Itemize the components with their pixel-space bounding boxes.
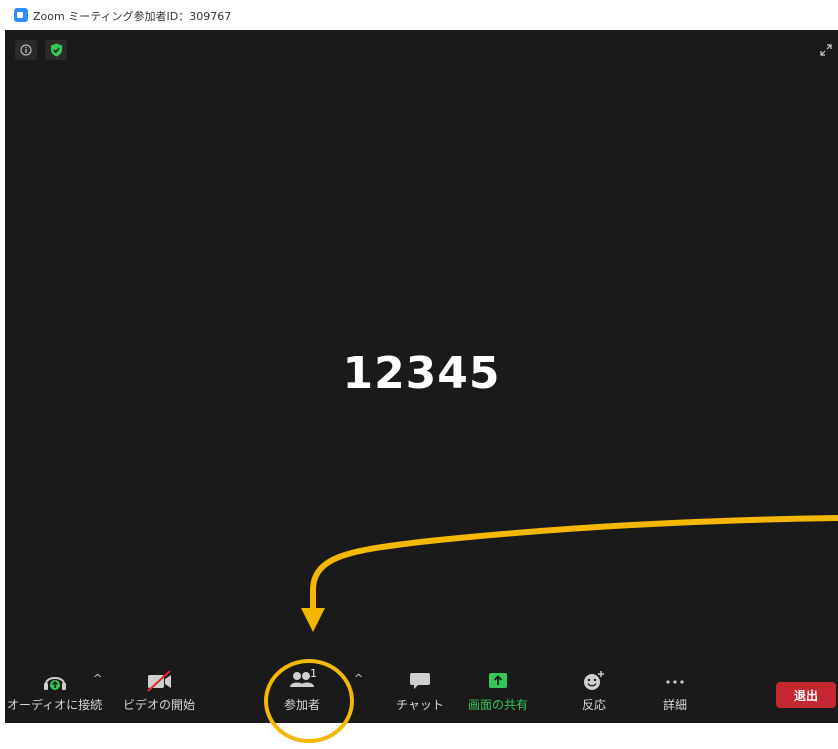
chat-label: チャット — [396, 698, 444, 712]
more-label: 詳細 — [663, 698, 688, 712]
audio-label: オーディオに接続 — [7, 698, 103, 712]
more-button[interactable]: 詳細 — [663, 670, 687, 713]
info-icon — [20, 44, 32, 56]
expand-icon — [820, 44, 832, 56]
title-bar: Zoom ミーティング参加者ID：309767 — [0, 0, 838, 30]
ellipsis-icon — [666, 680, 684, 684]
meeting-toolbar: オーディオに接続 ^ ビデオの開始 1 参加者 ^ チャット 画面の共有 反応 … — [5, 660, 838, 723]
participants-options-chevron-icon[interactable]: ^ — [354, 672, 363, 685]
emoji-add-icon — [584, 671, 604, 690]
video-off-icon — [147, 670, 171, 692]
zoom-logo-icon — [14, 8, 28, 22]
meeting-center-text: 12345 — [342, 348, 501, 399]
share-screen-icon — [489, 673, 507, 688]
reactions-label: 反応 — [581, 698, 606, 712]
reactions-button[interactable]: 反応 — [581, 670, 607, 713]
info-button[interactable] — [15, 40, 37, 60]
chat-button[interactable]: チャット — [396, 670, 444, 713]
security-button[interactable] — [45, 40, 67, 60]
fullscreen-button[interactable] — [818, 42, 834, 58]
window-title: Zoom ミーティング参加者ID：309767 — [33, 10, 232, 23]
leave-meeting-button[interactable]: 退出 — [776, 682, 836, 708]
participants-label: 参加者 — [283, 698, 320, 712]
start-video-button[interactable]: ビデオの開始 — [123, 670, 195, 713]
participants-button[interactable]: 1 参加者 — [282, 667, 322, 713]
share-label: 画面の共有 — [468, 698, 529, 712]
headphone-icon — [43, 677, 66, 690]
join-audio-button[interactable]: オーディオに接続 — [7, 670, 102, 713]
meeting-view: 12345 — [5, 30, 838, 723]
audio-options-chevron-icon[interactable]: ^ — [93, 672, 102, 685]
chat-bubble-icon — [409, 673, 430, 689]
share-screen-button[interactable]: 画面の共有 — [468, 670, 528, 713]
shield-icon — [50, 43, 62, 57]
participants-count: 1 — [310, 667, 317, 680]
video-label: ビデオの開始 — [123, 698, 196, 712]
